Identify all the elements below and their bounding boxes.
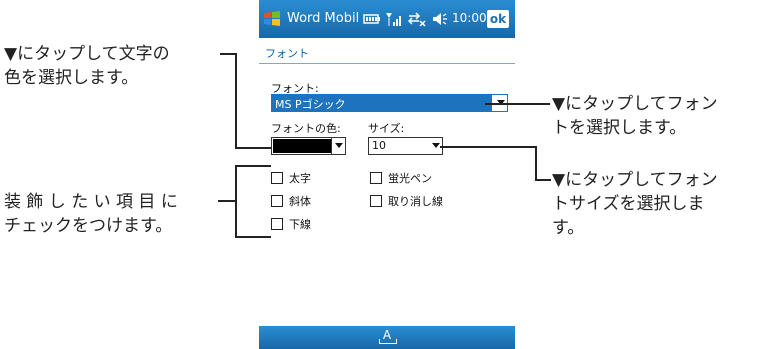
font-dropdown[interactable]: MS Pゴシック: [271, 94, 508, 112]
italic-checkbox[interactable]: 斜体: [271, 193, 311, 209]
font-size-dropdown[interactable]: 10: [368, 137, 443, 155]
device-screen: Word Mobil 10:00 ok フォント フォント: MS Pゴシック …: [259, 0, 515, 349]
bottom-bar: A: [259, 326, 515, 349]
callout-connector: [235, 165, 271, 167]
callout-connector: [485, 103, 550, 105]
bold-checkbox[interactable]: 太字: [271, 170, 311, 186]
callout-text: チェックをつけます。: [4, 216, 173, 236]
callout-connector: [440, 146, 536, 148]
color-dropdown-arrow-icon[interactable]: [335, 143, 343, 148]
callout-text: トサイズを選択しま: [552, 194, 705, 214]
callout-text: 色を選択します。: [4, 68, 139, 88]
page-header: フォント: [259, 38, 515, 64]
windows-start-icon[interactable]: [263, 10, 283, 28]
callout-connector: [535, 179, 551, 181]
callout-connector: [235, 53, 237, 149]
callout-connector: [235, 165, 237, 237]
callout-text: ▼にタップしてフォン: [552, 94, 718, 114]
size-label: サイズ:: [368, 122, 405, 135]
strikethrough-checkbox[interactable]: 取り消し線: [370, 193, 443, 209]
checkbox-box[interactable]: [370, 172, 382, 184]
callout-font-size: ▼にタップしてフォン トサイズを選択しま す。: [552, 168, 718, 240]
font-color-label: フォントの色:: [271, 122, 341, 135]
title-bar: Word Mobil 10:00 ok: [259, 0, 515, 38]
size-value: 10: [372, 139, 386, 152]
app-title: Word Mobil: [287, 11, 360, 26]
strikethrough-label: 取り消し線: [388, 195, 443, 208]
callout-connector: [235, 147, 271, 149]
underline-checkbox[interactable]: 下線: [271, 216, 311, 232]
highlight-label: 蛍光ペン: [388, 172, 432, 185]
checkbox-box[interactable]: [271, 195, 283, 207]
callout-text: 装 飾 し た い 項 目 に: [4, 192, 178, 212]
highlight-checkbox[interactable]: 蛍光ペン: [370, 170, 432, 186]
italic-label: 斜体: [289, 195, 311, 208]
ok-button[interactable]: ok: [487, 10, 509, 28]
signal-icon[interactable]: [385, 10, 403, 28]
checkbox-box[interactable]: [271, 172, 283, 184]
callout-decoration: 装 飾 し た い 項 目 に チェックをつけます。: [4, 190, 178, 238]
checkbox-box[interactable]: [370, 195, 382, 207]
callout-font-color: ▼にタップして文字の 色を選択します。: [4, 42, 170, 90]
callout-text: トを選択します。: [552, 118, 687, 138]
volume-icon[interactable]: [431, 10, 449, 28]
callout-connector: [235, 236, 271, 238]
checkbox-box[interactable]: [271, 218, 283, 230]
callout-text: ▼にタップしてフォン: [552, 170, 718, 190]
page-title: フォント: [265, 47, 309, 60]
callout-connector: [535, 146, 537, 180]
callout-connector: [218, 200, 236, 202]
keyboard-button[interactable]: A: [377, 328, 397, 346]
font-color-dropdown[interactable]: [271, 137, 346, 155]
font-value: MS Pゴシック: [275, 98, 346, 111]
callout-connector: [220, 53, 236, 55]
clock[interactable]: 10:00: [452, 11, 487, 25]
underline-label: 下線: [289, 218, 311, 231]
callout-text: す。: [552, 218, 585, 238]
connectivity-icon[interactable]: [407, 10, 427, 28]
bold-label: 太字: [289, 172, 311, 185]
callout-font: ▼にタップしてフォン トを選択します。: [552, 92, 718, 140]
color-swatch: [273, 139, 331, 153]
keyboard-icon: [379, 339, 397, 344]
size-dropdown-arrow-icon[interactable]: [432, 143, 440, 148]
header-divider: [259, 63, 515, 64]
callout-text: ▼にタップして文字の: [4, 44, 170, 64]
battery-icon[interactable]: [363, 10, 381, 28]
